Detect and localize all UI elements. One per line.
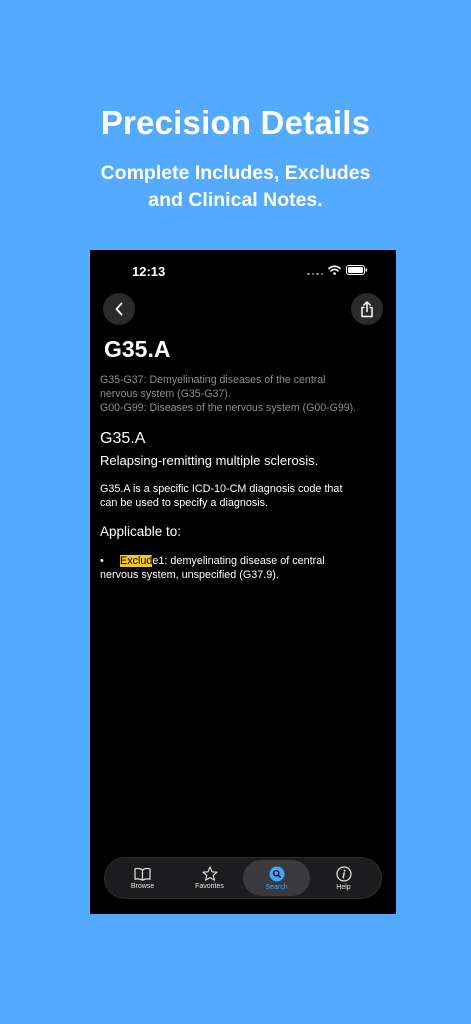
applicable-label: Applicable to: xyxy=(100,524,182,539)
share-icon xyxy=(361,300,373,317)
search-icon xyxy=(269,866,284,881)
chevron-left-icon xyxy=(115,302,123,316)
info-icon xyxy=(335,865,352,882)
signal-icon xyxy=(307,265,323,275)
promo-title: Precision Details xyxy=(100,104,371,141)
search-highlight: Exclud xyxy=(120,555,153,567)
bullet-marker: • xyxy=(100,555,104,567)
tab-search[interactable]: Search xyxy=(243,860,310,896)
paragraph-line: can be used to specify a diagnosis. xyxy=(100,497,269,509)
tab-label: Favorites xyxy=(195,883,224,890)
list-item: • Exclude1: demyelinating disease of cent… xyxy=(100,554,390,582)
phone-screen: 12:13 G35.A G35-G37: Demyelinating disea… xyxy=(90,250,396,914)
paragraph-line: G35.A is a specific ICD-10-CM diagnosis … xyxy=(100,483,343,495)
code-paragraph: G35.A is a specific ICD-10-CM diagnosis … xyxy=(100,482,390,510)
tab-label: Search xyxy=(265,883,288,891)
promo-subtitle-line1: Complete Includes, Excludes xyxy=(100,162,371,184)
list-item-text: e1: demyelinating disease of central xyxy=(152,555,325,567)
promo-subtitle: Complete Includes, Excludes and Clinical… xyxy=(60,160,411,214)
status-icons xyxy=(307,265,368,275)
wifi-icon xyxy=(328,265,341,275)
tab-label: Help xyxy=(336,883,351,891)
tab-bar: Browse Favorites Search Help xyxy=(104,857,382,899)
star-icon xyxy=(201,866,218,881)
hierarchy-line: G00-G99: Diseases of the nervous system … xyxy=(100,402,357,414)
tab-label: Browse xyxy=(130,882,155,890)
list-item-text: nervous system, unspecified (G37.9). xyxy=(100,569,279,581)
battery-icon xyxy=(346,265,368,275)
book-icon xyxy=(134,867,151,881)
tab-help[interactable]: Help xyxy=(310,860,377,896)
back-button[interactable] xyxy=(103,293,135,325)
tab-favorites[interactable]: Favorites xyxy=(176,860,243,896)
code-subtitle: G35.A xyxy=(100,430,146,447)
page-title: G35.A xyxy=(104,336,171,362)
hierarchy-text: G35-G37: Demyelinating diseases of the c… xyxy=(100,373,390,415)
promo-subtitle-line2: and Clinical Notes. xyxy=(148,189,323,211)
tab-browse[interactable]: Browse xyxy=(109,860,176,896)
share-button[interactable] xyxy=(351,293,383,325)
hierarchy-line: G35-G37: Demyelinating diseases of the c… xyxy=(100,374,326,386)
code-description: Relapsing-remitting multiple sclerosis. xyxy=(100,453,319,468)
hierarchy-line: nervous system (G35-G37). xyxy=(100,388,231,400)
status-time: 12:13 xyxy=(132,264,166,279)
